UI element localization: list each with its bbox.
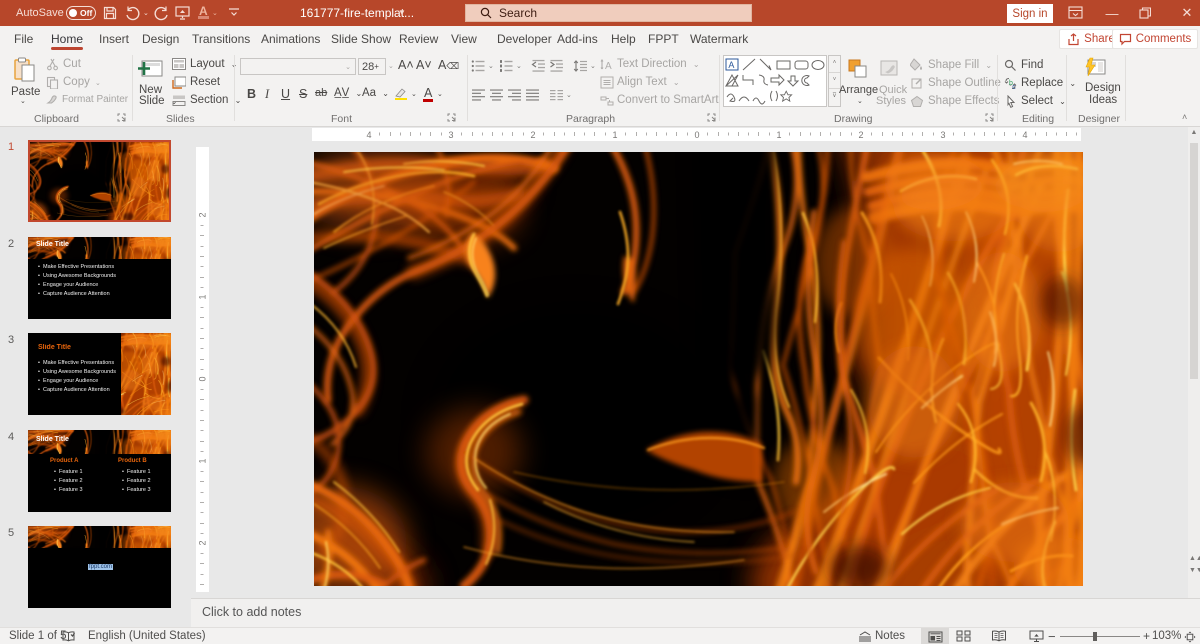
svg-text:2: 2 xyxy=(198,540,208,545)
svg-text:c: c xyxy=(1012,84,1016,90)
svg-text:4: 4 xyxy=(1022,130,1027,140)
svg-text:1: 1 xyxy=(612,130,617,140)
svg-text:A: A xyxy=(605,61,612,71)
svg-text:1: 1 xyxy=(198,294,208,299)
svg-text:3: 3 xyxy=(448,130,453,140)
svg-text:2: 2 xyxy=(858,130,863,140)
svg-text:0: 0 xyxy=(694,130,699,140)
svg-text:4: 4 xyxy=(366,130,371,140)
svg-text:1: 1 xyxy=(776,130,781,140)
svg-text:0: 0 xyxy=(198,376,208,381)
svg-text:1: 1 xyxy=(198,458,208,463)
svg-text:2: 2 xyxy=(198,212,208,217)
svg-text:A: A xyxy=(728,60,734,70)
svg-text:2: 2 xyxy=(530,130,535,140)
svg-text:3: 3 xyxy=(940,130,945,140)
